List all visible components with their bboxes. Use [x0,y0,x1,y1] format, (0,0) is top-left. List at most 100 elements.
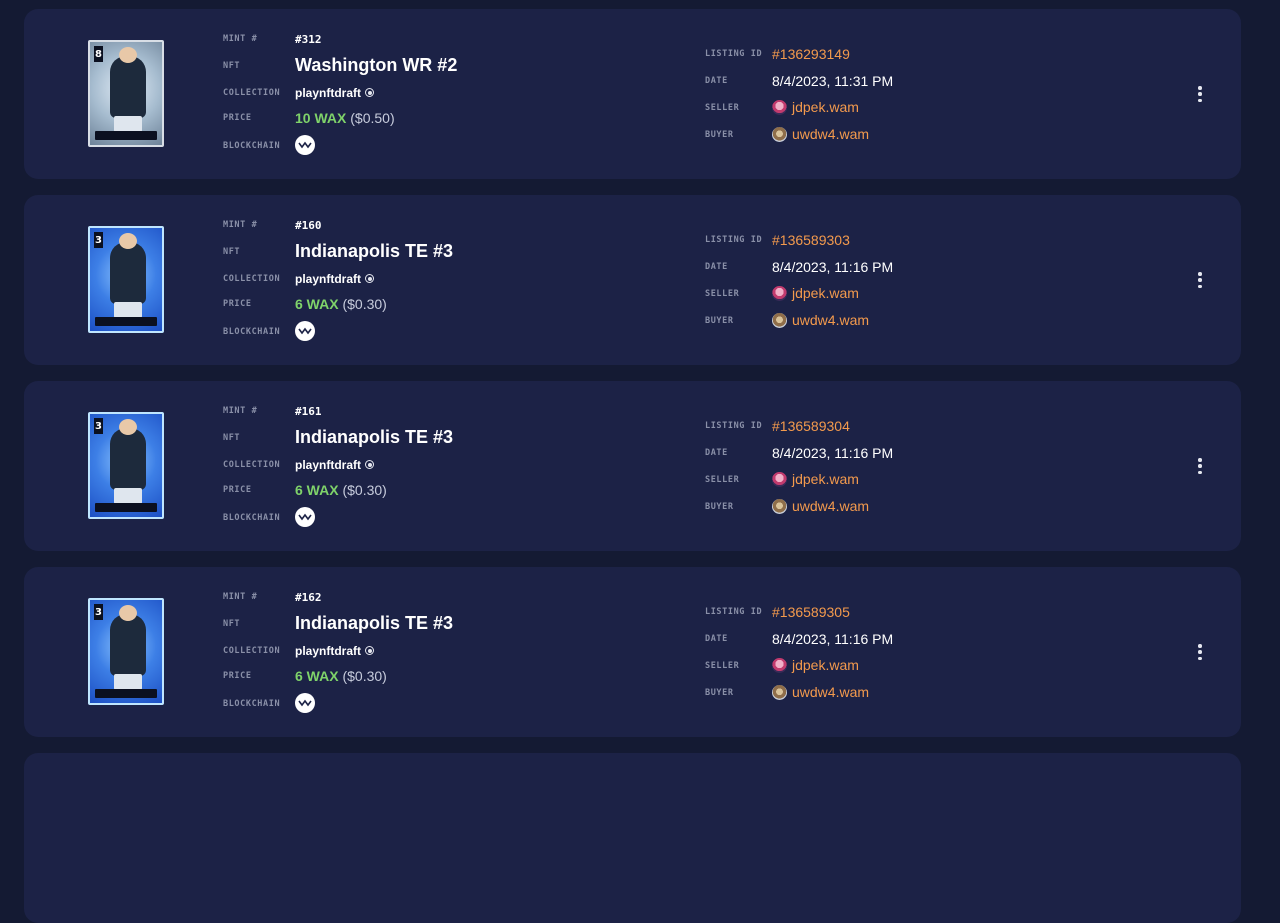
collection-name: playnftdraft [295,458,361,472]
seller-avatar [772,285,787,301]
player-legs-art [114,674,142,690]
price-usd: ($0.30) [342,296,387,312]
card-number: 3 [94,418,103,434]
verified-icon [365,88,374,98]
seller-avatar [772,657,787,673]
sale-card: 3 MINT # #161 NFT Indianapolis TE #3 COL… [24,381,1241,551]
buyer-label: BUYER [705,130,734,140]
price-wax: 6 WAX [295,668,339,684]
mint-number: #161 [295,405,322,418]
price-wax: 10 WAX [295,110,347,126]
seller-name: jdpek.wam [792,471,859,487]
wax-icon [295,321,315,341]
nft-label: NFT [223,433,241,443]
price-wax: 6 WAX [295,296,339,312]
player-legs-art [114,116,142,132]
player-legs-art [114,302,142,318]
wax-icon [295,693,315,713]
nft-name[interactable]: Indianapolis TE #3 [295,613,453,634]
nft-label: NFT [223,61,241,71]
seller-avatar [772,471,787,487]
nft-thumbnail[interactable]: 8 [88,40,164,147]
sale-card: 8 MINT # #312 NFT Washington WR #2 COLLE… [24,9,1241,179]
seller-label: SELLER [705,661,740,671]
price-wax: 6 WAX [295,482,339,498]
buyer-avatar [772,126,787,142]
listing-id-link[interactable]: #136589305 [772,604,850,620]
price-value: 6 WAX ($0.30) [295,668,387,684]
collection-label: COLLECTION [223,274,281,284]
price-label: PRICE [223,113,252,123]
player-legs-art [114,488,142,504]
nft-name[interactable]: Indianapolis TE #3 [295,241,453,262]
buyer-name: uwdw4.wam [792,126,870,142]
listing-id-link[interactable]: #136589304 [772,418,850,434]
verified-icon [365,274,374,284]
more-options-icon[interactable] [1198,644,1202,660]
more-options-icon[interactable] [1198,458,1202,474]
card-banner [95,317,157,326]
price-label: PRICE [223,671,252,681]
listing-id-link[interactable]: #136293149 [772,46,850,62]
collection-link[interactable]: playnftdraft [295,644,374,658]
seller-link[interactable]: jdpek.wam [772,471,859,487]
collection-name: playnftdraft [295,644,361,658]
card-number: 8 [94,46,103,62]
nft-name[interactable]: Washington WR #2 [295,55,457,76]
seller-link[interactable]: jdpek.wam [772,99,859,115]
more-options-icon[interactable] [1198,86,1202,102]
nft-thumbnail[interactable]: 3 [88,226,164,333]
price-label: PRICE [223,485,252,495]
card-banner [95,503,157,512]
listing-id-label: LISTING ID [705,421,763,431]
mint-label: MINT # [223,592,258,602]
more-options-icon[interactable] [1198,272,1202,288]
buyer-name: uwdw4.wam [792,684,870,700]
sale-date: 8/4/2023, 11:16 PM [772,259,894,275]
buyer-avatar [772,312,787,328]
buyer-link[interactable]: uwdw4.wam [772,498,869,514]
collection-link[interactable]: playnftdraft [295,272,374,286]
sale-date: 8/4/2023, 11:16 PM [772,445,894,461]
seller-label: SELLER [705,103,740,113]
nft-label: NFT [223,247,241,257]
mint-label: MINT # [223,220,258,230]
verified-icon [365,646,374,656]
sale-card: 3 MINT # #162 NFT Indianapolis TE #3 COL… [24,567,1241,737]
seller-label: SELLER [705,289,740,299]
nft-thumbnail[interactable]: 3 [88,598,164,705]
player-art [110,419,146,490]
player-art [110,233,146,304]
buyer-name: uwdw4.wam [792,312,870,328]
listing-id-link[interactable]: #136589303 [772,232,850,248]
player-art [110,605,146,676]
wax-icon [295,507,315,527]
sale-date: 8/4/2023, 11:16 PM [772,631,894,647]
nft-name[interactable]: Indianapolis TE #3 [295,427,453,448]
wax-icon [295,135,315,155]
nft-thumbnail[interactable]: 3 [88,412,164,519]
card-number: 3 [94,604,103,620]
seller-name: jdpek.wam [792,285,859,301]
mint-label: MINT # [223,34,258,44]
seller-name: jdpek.wam [792,657,859,673]
price-value: 10 WAX ($0.50) [295,110,395,126]
seller-link[interactable]: jdpek.wam [772,285,859,301]
buyer-label: BUYER [705,688,734,698]
price-usd: ($0.50) [350,110,395,126]
buyer-link[interactable]: uwdw4.wam [772,312,869,328]
mint-label: MINT # [223,406,258,416]
buyer-link[interactable]: uwdw4.wam [772,684,869,700]
mint-number: #160 [295,219,322,232]
collection-link[interactable]: playnftdraft [295,458,374,472]
listing-id-label: LISTING ID [705,607,763,617]
price-value: 6 WAX ($0.30) [295,482,387,498]
buyer-link[interactable]: uwdw4.wam [772,126,869,142]
buyer-name: uwdw4.wam [792,498,870,514]
collection-label: COLLECTION [223,646,281,656]
collection-link[interactable]: playnftdraft [295,86,374,100]
seller-name: jdpek.wam [792,99,859,115]
verified-icon [365,460,374,470]
seller-link[interactable]: jdpek.wam [772,657,859,673]
date-label: DATE [705,76,728,86]
